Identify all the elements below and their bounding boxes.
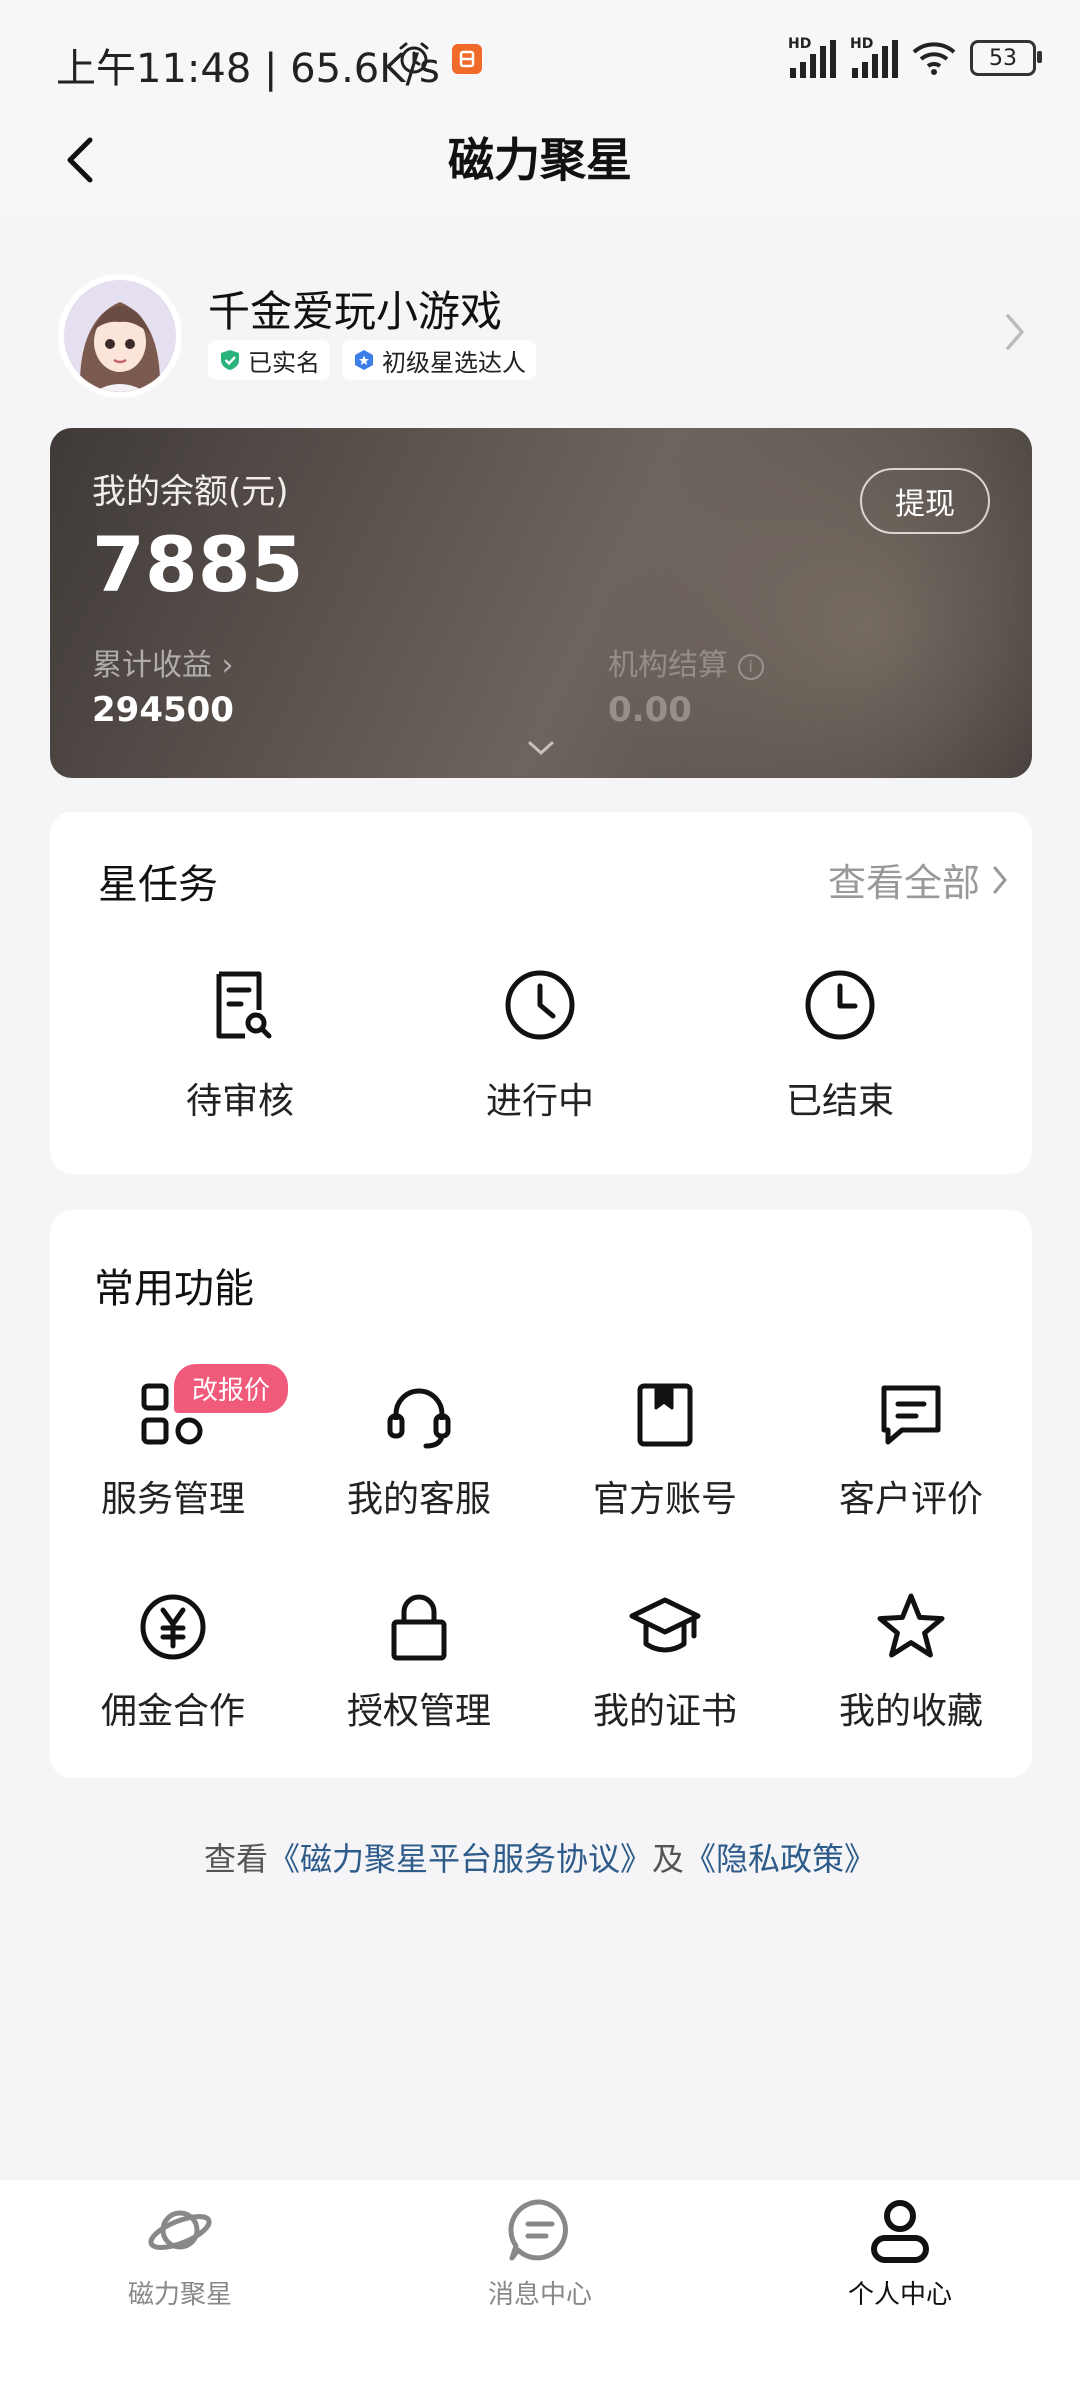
balance-label: 我的余额(元) bbox=[92, 472, 289, 512]
org-settlement-label: 机构结算 i bbox=[608, 640, 764, 684]
alarm-icon bbox=[396, 40, 432, 76]
balance-value: 7885 bbox=[92, 520, 304, 609]
view-all-label: 查看全部 bbox=[827, 861, 980, 905]
shield-check-icon bbox=[221, 350, 239, 370]
username: 千金爱玩小游戏 bbox=[208, 287, 503, 336]
my-customer-service[interactable]: 我的客服 bbox=[296, 1378, 542, 1522]
signal-icon: HD bbox=[850, 36, 898, 78]
signal-icon: HD bbox=[788, 36, 836, 78]
org-settlement-value: 0.00 bbox=[608, 690, 692, 730]
chevron-down-icon[interactable] bbox=[524, 738, 558, 760]
balance-card: 我的余额(元) 7885 提现 累计收益 › 294500 机构结算 i 0.0… bbox=[50, 428, 1032, 778]
function-label: 我的收藏 bbox=[838, 1691, 983, 1732]
nav-personal-center[interactable]: 个人中心 bbox=[780, 2194, 1020, 2311]
cumulative-earnings-label: 累计收益 bbox=[92, 648, 212, 683]
bookmark-book-icon bbox=[637, 1383, 693, 1447]
battery-icon: 53 bbox=[970, 40, 1042, 76]
task-label: 已结束 bbox=[785, 1081, 894, 1122]
function-label: 授权管理 bbox=[346, 1691, 491, 1732]
star-icon bbox=[877, 1593, 945, 1658]
chevron-right-icon: › bbox=[221, 648, 234, 683]
function-label: 佣金合作 bbox=[100, 1691, 245, 1732]
graduation-cap-icon bbox=[629, 1597, 701, 1653]
task-pending-review[interactable]: 待审核 bbox=[120, 966, 360, 1124]
function-label: 我的客服 bbox=[346, 1479, 491, 1520]
app-notification-icon bbox=[452, 44, 482, 74]
status-indicators: HD HD 53 bbox=[788, 36, 1042, 78]
avatar[interactable] bbox=[58, 274, 182, 398]
cumulative-earnings-value: 294500 bbox=[92, 690, 234, 730]
task-finished[interactable]: 已结束 bbox=[720, 966, 960, 1124]
chevron-right-icon bbox=[993, 866, 1007, 893]
nav-label: 磁力聚星 bbox=[127, 2280, 232, 2310]
privacy-policy-link[interactable]: 《隐私政策》 bbox=[684, 1840, 876, 1878]
function-label: 我的证书 bbox=[592, 1691, 737, 1732]
agreement-conjunction: 及 bbox=[652, 1840, 685, 1878]
status-time: 上午11:48 | 65.6K/s bbox=[56, 46, 440, 92]
nav-message-center[interactable]: 消息中心 bbox=[420, 2194, 660, 2311]
common-functions-title: 常用功能 bbox=[94, 1266, 254, 1312]
view-all-link[interactable]: 查看全部 bbox=[828, 852, 1010, 907]
task-in-progress[interactable]: 进行中 bbox=[420, 966, 660, 1124]
my-certificates[interactable]: 我的证书 bbox=[542, 1590, 788, 1734]
document-search-icon bbox=[216, 971, 272, 1039]
info-icon[interactable]: i bbox=[737, 653, 764, 680]
planet-icon bbox=[148, 2210, 212, 2250]
promo-badge: 改报价 bbox=[174, 1364, 289, 1413]
nav-label: 个人中心 bbox=[847, 2280, 952, 2310]
function-label: 官方账号 bbox=[592, 1479, 737, 1520]
verified-badge: 已实名 bbox=[208, 340, 330, 380]
clock-icon bbox=[505, 970, 575, 1040]
withdraw-button[interactable]: 提现 bbox=[860, 468, 990, 534]
function-label: 客户评价 bbox=[838, 1479, 983, 1520]
my-favorites[interactable]: 我的收藏 bbox=[788, 1590, 1034, 1734]
wifi-icon bbox=[912, 42, 956, 75]
level-badge: 初级星选达人 bbox=[342, 340, 536, 380]
hexagon-star-icon bbox=[355, 350, 373, 370]
person-icon bbox=[871, 2200, 929, 2263]
star-tasks-title: 星任务 bbox=[98, 862, 218, 908]
customer-reviews[interactable]: 客户评价 bbox=[788, 1378, 1034, 1522]
headset-icon bbox=[387, 1388, 451, 1449]
task-label: 进行中 bbox=[485, 1081, 594, 1122]
lock-icon bbox=[391, 1594, 447, 1661]
verified-badge-label: 已实名 bbox=[248, 348, 320, 377]
agreement-prefix: 查看 bbox=[203, 1840, 268, 1878]
chevron-right-icon[interactable] bbox=[1000, 310, 1030, 354]
nav-label: 消息中心 bbox=[487, 2280, 592, 2310]
comment-icon bbox=[881, 1385, 941, 1445]
task-label: 待审核 bbox=[185, 1081, 294, 1122]
agreement-text: 查看《磁力聚星平台服务协议》及《隐私政策》 bbox=[0, 1834, 1080, 1880]
official-account[interactable]: 官方账号 bbox=[542, 1378, 788, 1522]
service-agreement-link[interactable]: 《磁力聚星平台服务协议》 bbox=[268, 1840, 652, 1878]
authorization-management[interactable]: 授权管理 bbox=[296, 1590, 542, 1734]
level-badge-label: 初级星选达人 bbox=[382, 348, 526, 377]
clock-icon bbox=[805, 970, 875, 1040]
nav-cili-juxing[interactable]: 磁力聚星 bbox=[60, 2194, 300, 2311]
commission-cooperation[interactable]: 佣金合作 bbox=[50, 1590, 296, 1734]
message-icon bbox=[508, 2199, 568, 2261]
page-title: 磁力聚星 bbox=[448, 133, 632, 187]
function-label: 服务管理 bbox=[100, 1479, 245, 1520]
cumulative-earnings-link[interactable]: 累计收益 › bbox=[92, 640, 234, 684]
yuan-coin-icon bbox=[140, 1594, 206, 1660]
